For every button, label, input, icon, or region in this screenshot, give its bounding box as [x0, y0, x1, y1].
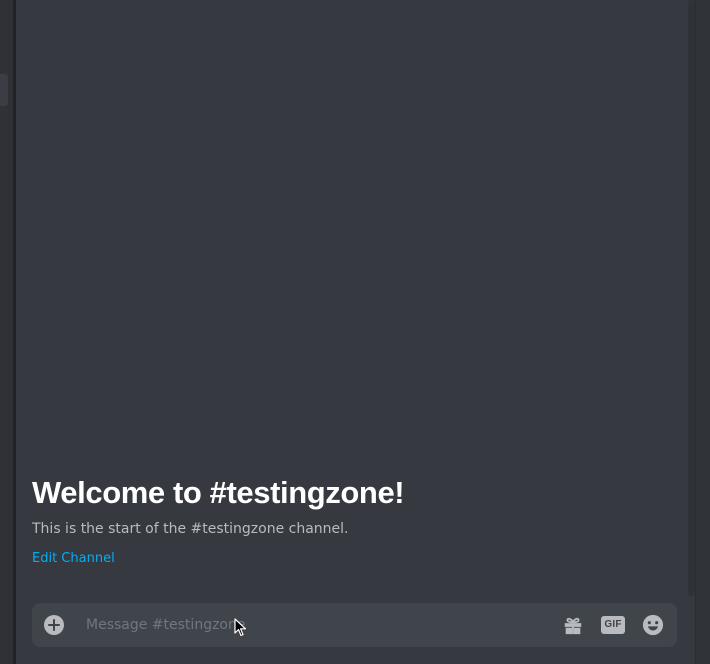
right-rail	[680, 0, 710, 664]
emoji-icon	[642, 614, 664, 636]
plus-circle-icon	[44, 615, 64, 635]
welcome-description: This is the start of the #testingzone ch…	[32, 521, 349, 537]
welcome-title: Welcome to #testingzone!	[32, 475, 405, 510]
edit-channel-link[interactable]: Edit Channel	[32, 551, 115, 567]
gif-button[interactable]: GIF	[601, 613, 625, 637]
channel-welcome: Welcome to #testingzone! This is the sta…	[32, 474, 652, 567]
attach-button[interactable]	[32, 603, 76, 647]
sidebar-edge	[0, 0, 13, 664]
message-input[interactable]	[76, 603, 545, 647]
sidebar-divider	[13, 0, 16, 664]
message-composer: GIF	[32, 603, 677, 647]
right-panel-edge	[695, 0, 710, 664]
composer-actions: GIF	[545, 613, 677, 637]
sidebar-scroll-thumb[interactable]	[0, 74, 8, 106]
emoji-button[interactable]	[641, 613, 665, 637]
chat-window: Welcome to #testingzone! This is the sta…	[0, 0, 710, 664]
gift-button[interactable]	[561, 613, 585, 637]
gift-icon	[564, 617, 582, 635]
gif-icon: GIF	[601, 616, 625, 634]
